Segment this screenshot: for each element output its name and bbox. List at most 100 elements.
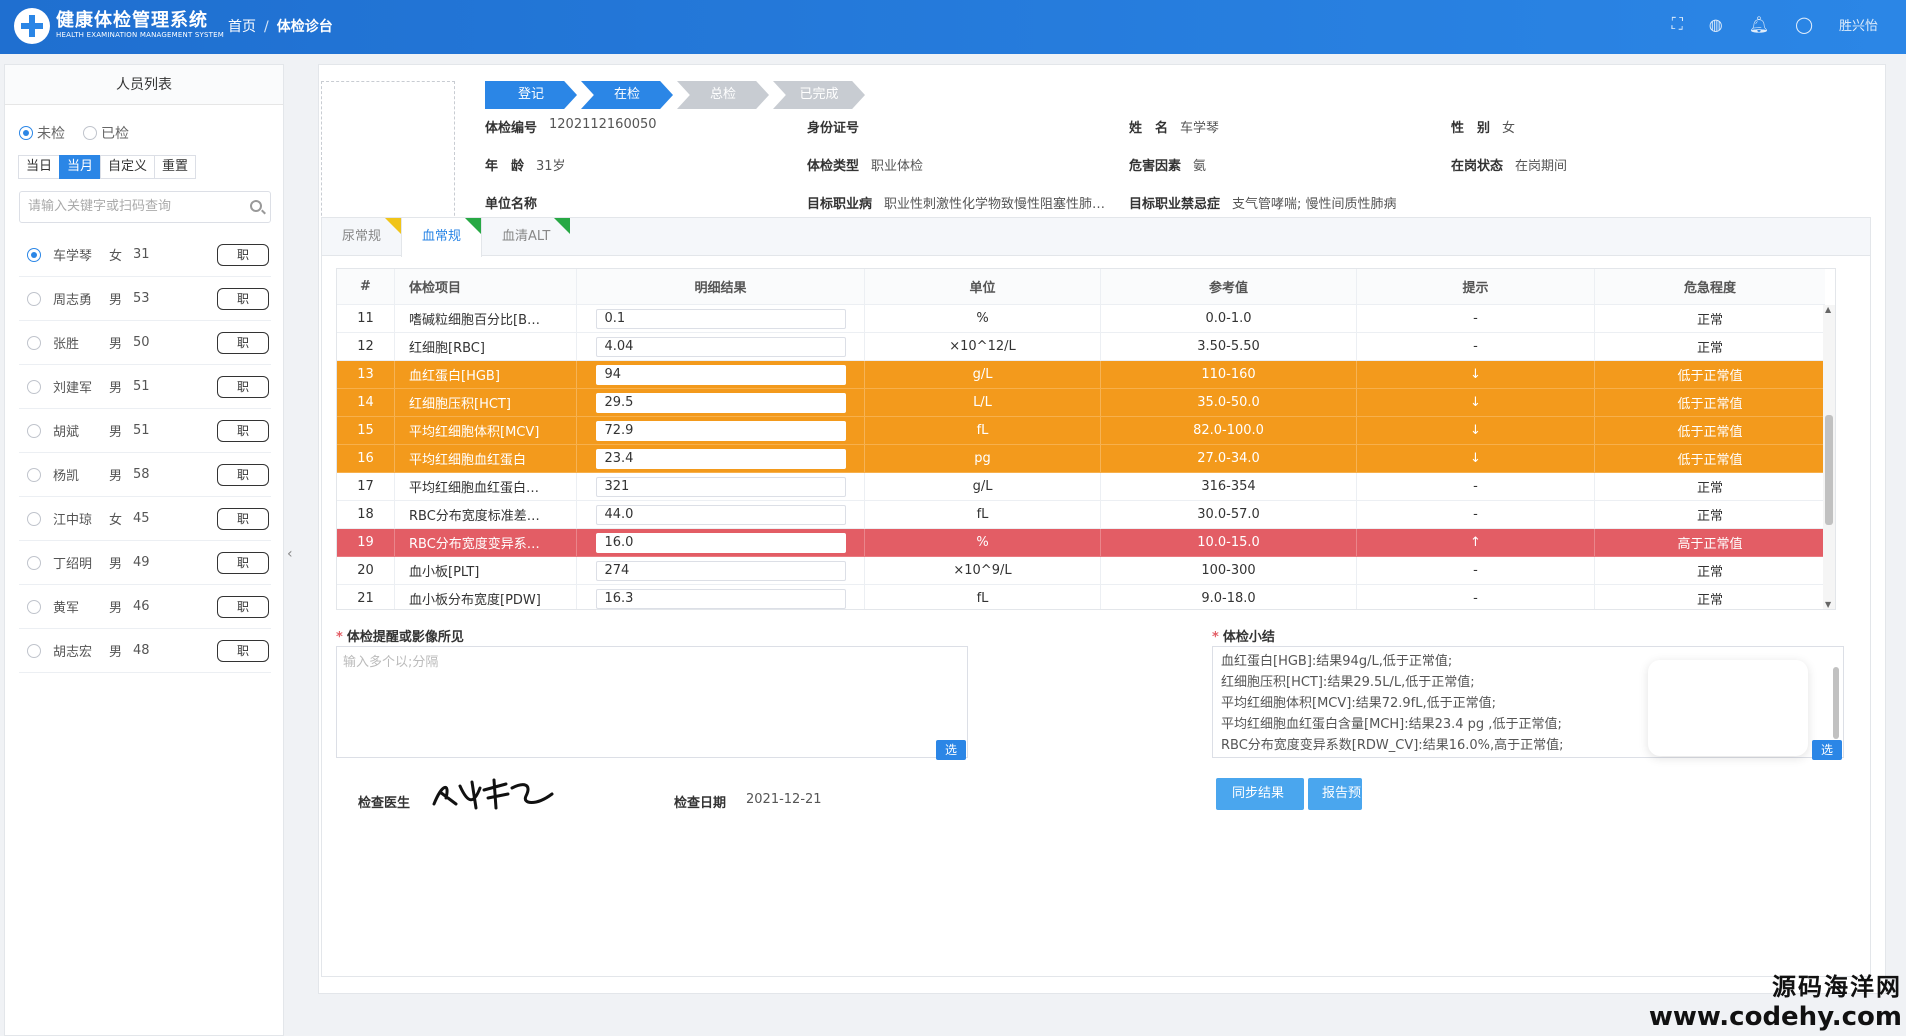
cell-no: 14 <box>337 389 395 416</box>
occupational-tag-button[interactable]: 职 <box>217 508 269 530</box>
search-input[interactable]: 请输入关键字或扫码查询 <box>19 191 271 223</box>
person-radio[interactable] <box>27 247 41 262</box>
person-row[interactable]: 杨凯 男 58 职 <box>19 453 271 497</box>
person-row[interactable]: 胡斌 男 51 职 <box>19 409 271 453</box>
floating-popup[interactable] <box>1648 660 1808 756</box>
table-row[interactable]: 14 红细胞压积[HCT] 29.5 L/L 35.0-50.0 ↓ 低于正常值 <box>337 389 1825 417</box>
result-input[interactable]: 4.04 <box>595 336 846 357</box>
person-row[interactable]: 黄军 男 46 职 <box>19 585 271 629</box>
collapse-sidebar-icon[interactable]: ‹ <box>287 546 293 562</box>
occupational-tag-button[interactable]: 职 <box>217 332 269 354</box>
table-row[interactable]: 16 平均红细胞血红蛋白 23.4 pg 27.0-34.0 ↓ 低于正常值 <box>337 445 1825 473</box>
tab-2[interactable]: 血清ALT <box>482 218 571 256</box>
occupational-tag-button[interactable]: 职 <box>217 464 269 486</box>
report-preview-button[interactable]: 报告预 <box>1308 778 1362 810</box>
cell-level: 正常 <box>1696 341 1723 356</box>
tab-label: 血清ALT <box>502 229 551 244</box>
result-input[interactable]: 0.1 <box>595 308 846 329</box>
person-row[interactable]: 车学琴 女 31 职 <box>19 233 271 277</box>
person-row[interactable]: 刘建军 男 51 职 <box>19 365 271 409</box>
scroll-down-icon[interactable]: ▼ <box>1825 600 1831 609</box>
person-radio[interactable] <box>27 599 41 614</box>
person-radio[interactable] <box>27 291 41 306</box>
fullscreen-icon[interactable]: ⛶ <box>1672 14 1683 34</box>
table-row[interactable]: 11 嗜碱粒细胞百分比[B… 0.1% 0.0-1.0- 正常 <box>337 305 1825 333</box>
tab-label: 尿常规 <box>342 229 382 244</box>
scroll-up-icon[interactable]: ▲ <box>1825 305 1831 314</box>
person-row[interactable]: 胡志宏 男 48 职 <box>19 629 271 673</box>
table-row[interactable]: 15 平均红细胞体积[MCV] 72.9 fL 82.0-100.0 ↓ 低于正常值 <box>337 417 1825 445</box>
person-radio[interactable] <box>27 379 41 394</box>
user-name[interactable]: 胜兴怡 <box>1839 15 1878 34</box>
cell-unit: g/L <box>865 473 1101 500</box>
result-input[interactable]: 16.3 <box>595 588 846 609</box>
status-radio-unchecked[interactable]: 未检 <box>19 123 65 143</box>
sidebar-title: 人员列表 <box>5 65 283 105</box>
cell-hint: ↓ <box>1357 445 1595 472</box>
person-radio[interactable] <box>27 423 41 438</box>
person-row[interactable]: 丁绍明 男 49 职 <box>19 541 271 585</box>
occupational-tag-button[interactable]: 职 <box>217 288 269 310</box>
result-input[interactable]: 16.0 <box>595 532 846 553</box>
person-radio[interactable] <box>27 555 41 570</box>
person-radio[interactable] <box>27 467 41 482</box>
globe-icon[interactable]: ◍ <box>1709 15 1723 34</box>
cell-hint: - <box>1357 333 1595 360</box>
table-row[interactable]: 12 红细胞[RBC] 4.04 ×10^12/L 3.50-5.50- 正常 <box>337 333 1825 361</box>
result-input[interactable]: 23.4 <box>595 448 846 469</box>
avatar[interactable]: ◯ <box>1795 15 1813 34</box>
reminder-textarea[interactable]: 输入多个以;分隔 <box>336 646 968 758</box>
occupational-tag-button[interactable]: 职 <box>217 596 269 618</box>
occupational-tag-button[interactable]: 职 <box>217 244 269 266</box>
table-row[interactable]: 19 RBC分布宽度变异系… 16.0% 10.0-15.0 ↑ 高于正常值 <box>337 529 1825 557</box>
person-radio[interactable] <box>27 335 41 350</box>
person-age: 50 <box>133 335 150 350</box>
person-radio[interactable] <box>27 511 41 526</box>
result-input[interactable]: 321 <box>595 476 846 497</box>
sync-result-button[interactable]: 同步结果 <box>1216 778 1304 810</box>
app-subtitle: HEALTH EXAMINATION MANAGEMENT SYSTEM <box>56 31 224 39</box>
filter-month[interactable]: 当月 <box>59 155 102 179</box>
result-input[interactable]: 274 <box>595 560 846 581</box>
occupational-tag-button[interactable]: 职 <box>217 420 269 442</box>
tab-0[interactable]: 尿常规 <box>322 218 402 256</box>
result-input[interactable]: 44.0 <box>595 504 846 525</box>
filter-today[interactable]: 当日 <box>18 155 61 179</box>
scroll-thumb[interactable] <box>1833 667 1839 739</box>
person-row[interactable]: 张胜 男 50 职 <box>19 321 271 365</box>
search-icon[interactable] <box>250 200 262 212</box>
cell-item: 血小板分布宽度[PDW] <box>395 585 577 609</box>
reminder-select-button[interactable]: 选 <box>936 740 966 760</box>
patient-photo[interactable] <box>321 81 455 231</box>
occupational-tag-button[interactable]: 职 <box>217 552 269 574</box>
filter-custom[interactable]: 自定义 <box>100 155 156 179</box>
summary-scrollbar[interactable] <box>1831 653 1841 753</box>
table-row[interactable]: 20 血小板[PLT] 274 ×10^9/L 100-300- 正常 <box>337 557 1825 585</box>
tab-label: 血常规 <box>422 229 462 244</box>
table-scrollbar[interactable]: ▲ ▼ <box>1823 305 1835 609</box>
person-name: 周志勇 <box>53 293 93 308</box>
result-input[interactable]: 72.9 <box>595 420 846 441</box>
result-input[interactable]: 94 <box>595 364 846 385</box>
table-row[interactable]: 18 RBC分布宽度标准差… 44.0 fL 30.0-57.0- 正常 <box>337 501 1825 529</box>
person-radio[interactable] <box>27 643 41 658</box>
tab-corner-flag <box>465 218 482 234</box>
filter-reset[interactable]: 重置 <box>154 155 197 179</box>
person-row[interactable]: 江中琼 女 45 职 <box>19 497 271 541</box>
breadcrumb-sep: / <box>264 19 269 35</box>
table-row[interactable]: 13 血红蛋白[HGB] 94 g/L 110-160 ↓ 低于正常值 <box>337 361 1825 389</box>
tab-1[interactable]: 血常规 <box>401 218 483 257</box>
occupational-tag-button[interactable]: 职 <box>217 376 269 398</box>
table-row[interactable]: 17 平均红细胞血红蛋白… 321 g/L 316-354- 正常 <box>337 473 1825 501</box>
breadcrumb-home[interactable]: 首页 <box>228 19 256 35</box>
person-row[interactable]: 周志勇 男 53 职 <box>19 277 271 321</box>
result-input[interactable]: 29.5 <box>595 392 846 413</box>
bell-icon[interactable]: 🔔︎ <box>1749 15 1769 34</box>
field-age: 年 龄 31岁 <box>485 155 566 174</box>
table-row[interactable]: 21 血小板分布宽度[PDW] 16.3 fL 9.0-18.0- 正常 <box>337 585 1825 609</box>
occupational-tag-button[interactable]: 职 <box>217 640 269 662</box>
status-radio-checked[interactable]: 已检 <box>83 123 129 143</box>
summary-select-button[interactable]: 选 <box>1812 740 1842 760</box>
cell-item: 血红蛋白[HGB] <box>395 361 577 388</box>
scroll-thumb[interactable] <box>1825 415 1833 525</box>
